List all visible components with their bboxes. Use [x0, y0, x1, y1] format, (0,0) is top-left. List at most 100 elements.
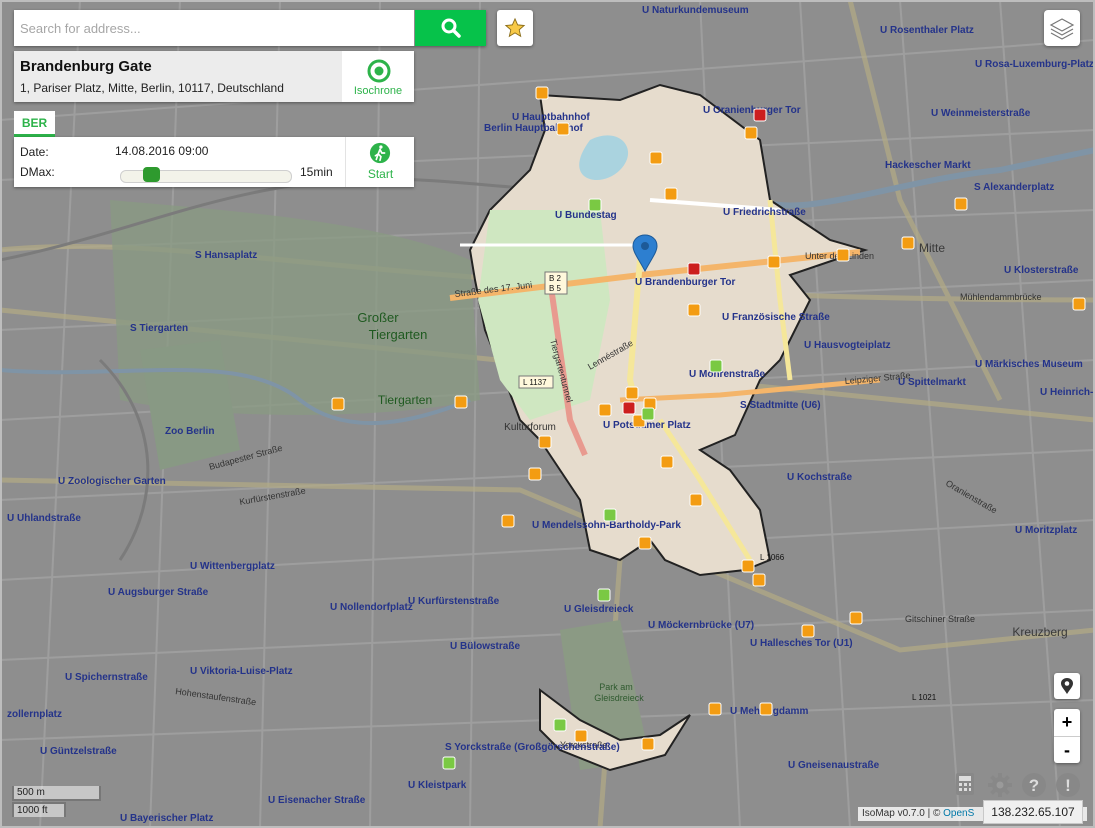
svg-text:L 1021: L 1021: [912, 693, 937, 702]
info-button[interactable]: !: [1055, 772, 1081, 803]
svg-text:U Kochstraße: U Kochstraße: [787, 472, 852, 483]
locate-button[interactable]: [1054, 673, 1080, 699]
svg-text:U Hauptbahnhof: U Hauptbahnhof: [512, 112, 590, 123]
dmax-slider-handle[interactable]: [143, 167, 160, 182]
svg-text:S Tiergarten: S Tiergarten: [130, 323, 188, 334]
location-pin-icon: [1061, 678, 1073, 694]
svg-text:U Moritzplatz: U Moritzplatz: [1015, 525, 1077, 536]
search-bar: [14, 10, 486, 46]
dmax-label: DMax:: [20, 165, 55, 179]
zoom-out-button[interactable]: -: [1054, 737, 1080, 764]
search-input[interactable]: [14, 10, 414, 46]
svg-text:U Spichernstraße: U Spichernstraße: [65, 672, 148, 683]
start-label: Start: [367, 167, 394, 181]
svg-text:S Hansaplatz: S Hansaplatz: [195, 250, 257, 261]
svg-text:U Französische Straße: U Französische Straße: [722, 312, 830, 323]
scale-metric: 500 m: [12, 786, 101, 801]
svg-text:?: ?: [1029, 776, 1039, 795]
svg-text:U Friedrichstraße: U Friedrichstraße: [723, 207, 806, 218]
svg-text:Gleisdreieck: Gleisdreieck: [594, 693, 644, 703]
favorites-button[interactable]: [497, 10, 533, 46]
date-label: Date:: [20, 145, 49, 159]
zoom-control: + -: [1054, 709, 1080, 763]
isochrone-label: Isochrone: [353, 85, 403, 97]
target-icon: [367, 59, 391, 83]
isochrone-button[interactable]: Isochrone: [342, 51, 414, 102]
svg-text:U Möckernbrücke (U7): U Möckernbrücke (U7): [648, 620, 754, 631]
svg-text:S Yorckstraße (Großgörschenstr: S Yorckstraße (Großgörschenstraße): [445, 742, 620, 753]
attribution-version: IsoMap v0.7.0 | ©: [862, 808, 941, 819]
svg-text:U Zoologischer Garten: U Zoologischer Garten: [58, 476, 166, 487]
exclamation-icon: !: [1056, 773, 1080, 797]
svg-text:Hackescher Markt: Hackescher Markt: [885, 160, 971, 171]
walker-icon: [369, 142, 391, 164]
svg-text:B 2: B 2: [549, 274, 562, 283]
search-icon: [441, 18, 461, 38]
svg-text:zollernplatz: zollernplatz: [7, 709, 62, 720]
svg-text:S Stadtmitte (U6): S Stadtmitte (U6): [740, 400, 821, 411]
svg-text:U Nollendorfplatz: U Nollendorfplatz: [330, 602, 413, 613]
svg-text:U Rosenthaler Platz: U Rosenthaler Platz: [880, 25, 974, 36]
scale-imperial: 1000 ft: [12, 802, 66, 817]
attribution-osm-link[interactable]: OpenS: [943, 808, 974, 819]
svg-text:U Bülowstraße: U Bülowstraße: [450, 641, 520, 652]
svg-text:U Bayerischer Platz: U Bayerischer Platz: [120, 813, 213, 824]
svg-text:U Gneisenaustraße: U Gneisenaustraße: [788, 760, 880, 771]
gear-icon: [988, 773, 1012, 797]
svg-text:U Viktoria-Luise-Platz: U Viktoria-Luise-Platz: [190, 666, 293, 677]
svg-text:U Augsburger Straße: U Augsburger Straße: [108, 587, 209, 598]
svg-text:U Güntzelstraße: U Güntzelstraße: [40, 746, 117, 757]
settings-button[interactable]: [987, 772, 1013, 803]
star-icon: [504, 17, 526, 38]
isochrone-form: Date: 14.08.2016 09:00 DMax: 15min Start: [14, 137, 414, 187]
svg-text:Park am: Park am: [599, 682, 633, 692]
help-button[interactable]: ?: [1021, 772, 1047, 803]
svg-text:U Potsdamer Platz: U Potsdamer Platz: [603, 420, 691, 431]
svg-text:Mitte: Mitte: [919, 241, 945, 255]
svg-text:U Kurfürstenstraße: U Kurfürstenstraße: [408, 596, 500, 607]
location-address: 1, Pariser Platz, Mitte, Berlin, 10117, …: [20, 81, 284, 95]
svg-text:U Kleistpark: U Kleistpark: [408, 780, 467, 791]
location-name: Brandenburg Gate: [20, 58, 152, 75]
svg-text:Großer: Großer: [357, 310, 399, 325]
svg-text:B 5: B 5: [549, 284, 562, 293]
map-canvas[interactable]: Großer Tiergarten Tiergarten Mitte Kreuz…: [0, 0, 1095, 828]
svg-text:U Rosa-Luxemburg-Platz: U Rosa-Luxemburg-Platz: [975, 59, 1094, 70]
svg-text:U Brandenburger Tor: U Brandenburger Tor: [635, 277, 735, 288]
svg-text:Tiergarten: Tiergarten: [378, 393, 432, 407]
svg-text:U Hallesches Tor (U1): U Hallesches Tor (U1): [750, 638, 853, 649]
svg-text:U Oranienburger Tor: U Oranienburger Tor: [703, 105, 801, 116]
svg-text:U Eisenacher Straße: U Eisenacher Straße: [268, 795, 366, 806]
svg-text:U Wittenbergplatz: U Wittenbergplatz: [190, 561, 275, 572]
zoom-in-button[interactable]: +: [1054, 709, 1080, 737]
start-button[interactable]: Start: [345, 137, 415, 187]
location-card: Brandenburg Gate 1, Pariser Platz, Mitte…: [14, 51, 414, 102]
svg-text:Zoo Berlin: Zoo Berlin: [165, 426, 214, 437]
svg-text:L 1137: L 1137: [523, 378, 547, 387]
ip-address-badge: 138.232.65.107: [983, 800, 1083, 824]
svg-text:Mühlendammbrücke: Mühlendammbrücke: [960, 292, 1042, 302]
svg-text:Kreuzberg: Kreuzberg: [1012, 625, 1067, 639]
svg-text:U Weinmeisterstraße: U Weinmeisterstraße: [931, 108, 1031, 119]
svg-text:U Mohrenstraße: U Mohrenstraße: [689, 369, 766, 380]
svg-text:U Mendelssohn-Bartholdy-Park: U Mendelssohn-Bartholdy-Park: [532, 520, 681, 531]
svg-text:U Hausvogteiplatz: U Hausvogteiplatz: [804, 340, 891, 351]
layers-button[interactable]: [1044, 10, 1080, 46]
layers-icon: [1049, 18, 1075, 40]
svg-text:L 1066: L 1066: [760, 553, 785, 562]
tab-ber[interactable]: BER: [14, 111, 55, 137]
svg-text:U Gleisdreieck: U Gleisdreieck: [564, 604, 634, 615]
calculator-icon: [956, 773, 974, 795]
svg-text:Kulturforum: Kulturforum: [504, 422, 556, 433]
svg-text:U Naturkundemuseum: U Naturkundemuseum: [642, 5, 749, 16]
svg-text:U Bundestag: U Bundestag: [555, 210, 617, 221]
svg-text:U Uhlandstraße: U Uhlandstraße: [7, 513, 81, 524]
svg-text:U Heinrich-: U Heinrich-: [1040, 387, 1093, 398]
svg-text:U Spittelmarkt: U Spittelmarkt: [898, 377, 966, 388]
date-value[interactable]: 14.08.2016 09:00: [115, 144, 208, 158]
svg-text:!: !: [1065, 776, 1071, 795]
dmax-value: 15min: [300, 165, 333, 179]
search-button[interactable]: [415, 10, 486, 46]
svg-text:S Alexanderplatz: S Alexanderplatz: [974, 182, 1054, 193]
calculator-button[interactable]: [954, 772, 976, 801]
